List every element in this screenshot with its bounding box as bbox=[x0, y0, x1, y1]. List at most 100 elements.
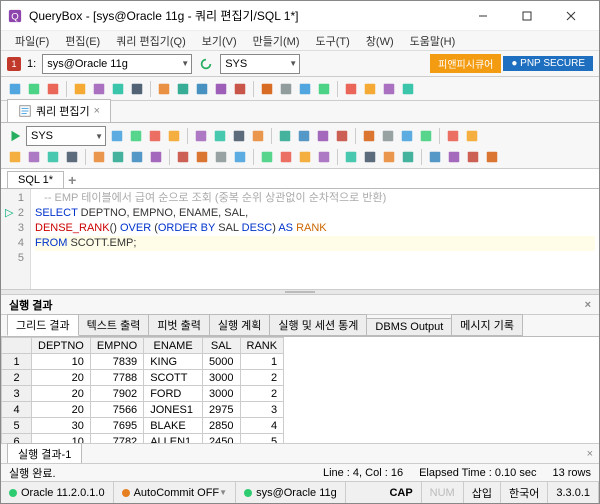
editor-toolbar-icon[interactable] bbox=[334, 128, 350, 144]
editor-toolbar-icon[interactable] bbox=[464, 128, 480, 144]
toolbar-icon[interactable] bbox=[91, 81, 107, 97]
col-header[interactable]: ENAME bbox=[144, 338, 203, 354]
menu-item[interactable]: 편집(E) bbox=[59, 31, 106, 51]
menu-item[interactable]: 쿼리 편집기(Q) bbox=[110, 31, 192, 51]
editor-toolbar-icon[interactable] bbox=[465, 149, 481, 165]
tab-query-editor[interactable]: 쿼리 편집기 × bbox=[7, 99, 111, 122]
editor-toolbar-icon[interactable] bbox=[213, 149, 229, 165]
editor-toolbar-icon[interactable] bbox=[259, 149, 275, 165]
editor-toolbar-icon[interactable] bbox=[484, 149, 500, 165]
table-row[interactable]: 2207788SCOTT30002 bbox=[2, 370, 284, 386]
toolbar-icon[interactable] bbox=[400, 81, 416, 97]
editor-schema-combo[interactable]: SYS▼ bbox=[26, 126, 106, 146]
editor-toolbar-icon[interactable] bbox=[109, 128, 125, 144]
col-header[interactable]: SAL bbox=[203, 338, 240, 354]
table-row[interactable]: 3207902FORD30002 bbox=[2, 386, 284, 402]
editor-toolbar-icon[interactable] bbox=[7, 149, 23, 165]
toolbar-icon[interactable] bbox=[26, 81, 42, 97]
result-tab[interactable]: 텍스트 출력 bbox=[78, 314, 150, 336]
toolbar-icon[interactable] bbox=[110, 81, 126, 97]
result-tab[interactable]: 실행 계획 bbox=[209, 314, 271, 336]
editor-toolbar-icon[interactable] bbox=[64, 149, 80, 165]
editor-toolbar-icon[interactable] bbox=[232, 149, 248, 165]
result-close-icon[interactable]: × bbox=[585, 299, 591, 311]
toolbar-icon[interactable] bbox=[316, 81, 332, 97]
editor-toolbar-icon[interactable] bbox=[231, 128, 247, 144]
editor-toolbar-icon[interactable] bbox=[129, 149, 145, 165]
toolbar-icon[interactable] bbox=[232, 81, 248, 97]
editor-toolbar-icon[interactable] bbox=[446, 149, 462, 165]
result-tab[interactable]: 피벗 출력 bbox=[148, 314, 210, 336]
editor-toolbar-icon[interactable] bbox=[296, 128, 312, 144]
maximize-button[interactable] bbox=[505, 2, 549, 30]
editor-toolbar-icon[interactable] bbox=[381, 149, 397, 165]
result-tab[interactable]: 그리드 결과 bbox=[7, 314, 79, 336]
editor-toolbar-icon[interactable] bbox=[175, 149, 191, 165]
menu-item[interactable]: 도움말(H) bbox=[404, 31, 462, 51]
toolbar-icon[interactable] bbox=[129, 81, 145, 97]
editor-toolbar-icon[interactable] bbox=[399, 128, 415, 144]
tab-sql[interactable]: SQL 1* bbox=[7, 171, 64, 188]
menu-item[interactable]: 파일(F) bbox=[9, 31, 55, 51]
editor-toolbar-icon[interactable] bbox=[427, 149, 443, 165]
editor-toolbar-icon[interactable] bbox=[445, 128, 461, 144]
refresh-icon[interactable] bbox=[198, 56, 214, 72]
code-editor[interactable]: 1▷2345 -- EMP 테이블에서 급여 순으로 조회 (중복 순위 상관없… bbox=[1, 189, 599, 289]
add-tab-button[interactable]: + bbox=[68, 172, 76, 188]
schema-combo[interactable]: SYS▼ bbox=[220, 54, 300, 74]
editor-toolbar-icon[interactable] bbox=[250, 128, 266, 144]
toolbar-icon[interactable] bbox=[175, 81, 191, 97]
editor-toolbar-icon[interactable] bbox=[418, 128, 434, 144]
toolbar-icon[interactable] bbox=[72, 81, 88, 97]
editor-toolbar-icon[interactable] bbox=[400, 149, 416, 165]
autocommit-toggle[interactable]: AutoCommit OFF ▼ bbox=[114, 482, 237, 503]
editor-toolbar-icon[interactable] bbox=[362, 149, 378, 165]
menu-item[interactable]: 보기(V) bbox=[196, 31, 243, 51]
toolbar-icon[interactable] bbox=[343, 81, 359, 97]
editor-toolbar-icon[interactable] bbox=[316, 149, 332, 165]
editor-toolbar-icon[interactable] bbox=[91, 149, 107, 165]
toolbar-icon[interactable] bbox=[7, 81, 23, 97]
minimize-button[interactable] bbox=[461, 2, 505, 30]
editor-toolbar-icon[interactable] bbox=[45, 149, 61, 165]
editor-toolbar-icon[interactable] bbox=[110, 149, 126, 165]
editor-toolbar-icon[interactable] bbox=[148, 149, 164, 165]
col-header[interactable]: DEPTNO bbox=[32, 338, 91, 354]
result-set-tab[interactable]: 실행 결과-1 bbox=[7, 443, 82, 465]
editor-toolbar-icon[interactable] bbox=[315, 128, 331, 144]
session-combo[interactable]: sys@Oracle 11g▼ bbox=[42, 54, 192, 74]
result-tab[interactable]: 메시지 기록 bbox=[451, 314, 523, 336]
table-row[interactable]: 4207566JONES129753 bbox=[2, 402, 284, 418]
result-grid[interactable]: DEPTNOEMPNOENAMESALRANK 1107839KING50001… bbox=[1, 337, 284, 443]
editor-toolbar-icon[interactable] bbox=[380, 128, 396, 144]
close-button[interactable] bbox=[549, 2, 593, 30]
editor-toolbar-icon[interactable] bbox=[278, 149, 294, 165]
run-icon[interactable] bbox=[7, 128, 23, 144]
toolbar-icon[interactable] bbox=[278, 81, 294, 97]
close-result-icon[interactable]: × bbox=[587, 448, 593, 460]
menu-item[interactable]: 창(W) bbox=[360, 31, 400, 51]
toolbar-icon[interactable] bbox=[194, 81, 210, 97]
editor-toolbar-icon[interactable] bbox=[147, 128, 163, 144]
menu-item[interactable]: 만들기(M) bbox=[247, 31, 306, 51]
tab-close-icon[interactable]: × bbox=[94, 105, 100, 117]
table-row[interactable]: 5307695BLAKE28504 bbox=[2, 418, 284, 434]
editor-toolbar-icon[interactable] bbox=[361, 128, 377, 144]
editor-toolbar-icon[interactable] bbox=[297, 149, 313, 165]
editor-toolbar-icon[interactable] bbox=[128, 128, 144, 144]
editor-toolbar-icon[interactable] bbox=[194, 149, 210, 165]
toolbar-icon[interactable] bbox=[297, 81, 313, 97]
result-tab[interactable]: 실행 및 세션 통계 bbox=[269, 314, 367, 336]
editor-toolbar-icon[interactable] bbox=[26, 149, 42, 165]
editor-toolbar-icon[interactable] bbox=[212, 128, 228, 144]
toolbar-icon[interactable] bbox=[381, 81, 397, 97]
toolbar-icon[interactable] bbox=[362, 81, 378, 97]
col-header[interactable]: RANK bbox=[240, 338, 284, 354]
editor-toolbar-icon[interactable] bbox=[343, 149, 359, 165]
table-row[interactable]: 1107839KING50001 bbox=[2, 354, 284, 370]
toolbar-icon[interactable] bbox=[213, 81, 229, 97]
editor-toolbar-icon[interactable] bbox=[277, 128, 293, 144]
result-tab[interactable]: DBMS Output bbox=[366, 318, 452, 336]
editor-toolbar-icon[interactable] bbox=[193, 128, 209, 144]
toolbar-icon[interactable] bbox=[45, 81, 61, 97]
